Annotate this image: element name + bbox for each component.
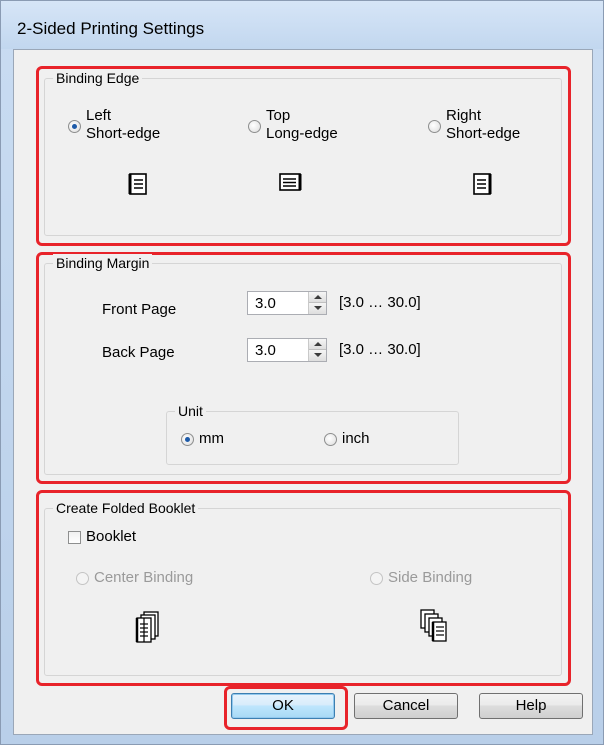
front-page-value[interactable]: 3.0 [255, 295, 276, 312]
back-page-label: Back Page [102, 344, 175, 361]
document-right-binding-icon [473, 173, 492, 195]
side-binding-booklet-icon [420, 609, 447, 642]
back-page-value[interactable]: 3.0 [255, 342, 276, 359]
window-title: 2-Sided Printing Settings [17, 19, 205, 38]
dialog-window: 2-Sided Printing Settings Binding Edge L… [0, 0, 604, 745]
left-label-line2: Short-edge [86, 125, 161, 142]
binding-edge-group: Binding Edge [44, 69, 562, 236]
left-label-line1: Left [86, 107, 112, 124]
front-page-label: Front Page [102, 301, 177, 318]
dialog-body: Binding Edge Left Short-edge Top Long-ed… [13, 49, 593, 735]
back-page-down-arrow-icon[interactable] [309, 350, 326, 361]
top-label-line2: Long-edge [266, 125, 338, 142]
document-left-binding-icon [128, 173, 147, 195]
front-page-up-arrow-icon[interactable] [309, 292, 326, 303]
right-short-edge-radio[interactable] [428, 120, 441, 133]
right-label-line1: Right [446, 107, 482, 124]
binding-margin-legend: Binding Margin [53, 254, 153, 272]
document-top-binding-icon [279, 173, 302, 191]
booklet-checkbox[interactable] [68, 531, 81, 544]
back-page-range: [3.0 … 30.0] [339, 341, 421, 358]
binding-edge-legend: Binding Edge [53, 69, 143, 87]
booklet-legend: Create Folded Booklet [53, 499, 199, 517]
front-page-down-arrow-icon[interactable] [309, 303, 326, 314]
side-binding-label: Side Binding [388, 569, 473, 586]
unit-mm-radio[interactable] [181, 433, 194, 446]
unit-legend: Unit [175, 402, 206, 420]
front-page-spinner[interactable]: 3.0 [247, 291, 327, 315]
front-page-spin-buttons[interactable] [308, 292, 326, 314]
back-page-up-arrow-icon[interactable] [309, 339, 326, 350]
unit-mm-label: mm [199, 430, 224, 447]
unit-inch-label: inch [342, 430, 370, 447]
side-binding-radio[interactable] [370, 572, 383, 585]
unit-inch-radio[interactable] [324, 433, 337, 446]
help-button[interactable]: Help [479, 693, 583, 719]
back-page-spinner[interactable]: 3.0 [247, 338, 327, 362]
right-label-line2: Short-edge [446, 125, 521, 142]
ok-button[interactable]: OK [231, 693, 335, 719]
center-binding-booklet-icon [135, 611, 159, 643]
title-bar[interactable]: 2-Sided Printing Settings [1, 1, 603, 49]
back-page-spin-buttons[interactable] [308, 339, 326, 361]
left-short-edge-radio[interactable] [68, 120, 81, 133]
center-binding-radio[interactable] [76, 572, 89, 585]
top-long-edge-radio[interactable] [248, 120, 261, 133]
cancel-button[interactable]: Cancel [354, 693, 458, 719]
booklet-checkbox-label[interactable]: Booklet [86, 528, 136, 546]
center-binding-label: Center Binding [94, 569, 194, 586]
front-page-range: [3.0 … 30.0] [339, 294, 421, 311]
top-label-line1: Top [266, 107, 291, 124]
